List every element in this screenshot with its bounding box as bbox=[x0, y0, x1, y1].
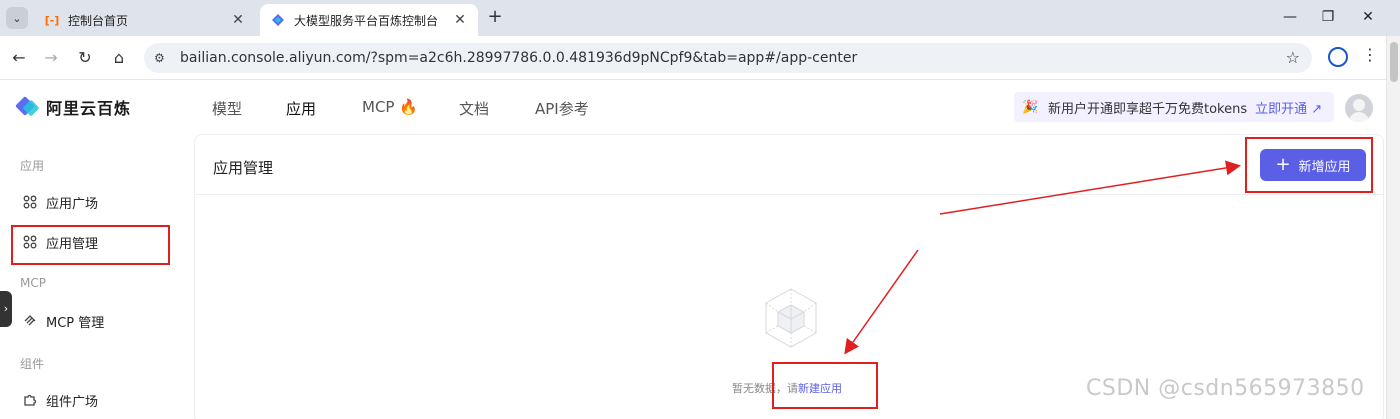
promo-text: 新用户开通即享超千万免费tokens bbox=[1048, 101, 1248, 117]
topnav-mcp-label: MCP bbox=[362, 98, 395, 116]
puzzle-icon bbox=[22, 392, 38, 408]
scrollbar-thumb[interactable] bbox=[1390, 42, 1398, 82]
fire-icon: 🔥 bbox=[399, 98, 418, 116]
tab-title: 控制台首页 bbox=[68, 13, 129, 28]
bailian-logo-icon bbox=[15, 96, 40, 118]
sidebar-group-apps: 应用 bbox=[20, 159, 45, 173]
url-text: bailian.console.aliyun.com/?spm=a2c6h.28… bbox=[180, 50, 858, 66]
bailian-icon bbox=[270, 12, 286, 28]
site-settings-icon[interactable]: ⚙ bbox=[154, 51, 174, 65]
browser-menu-icon[interactable]: ⋮ bbox=[1362, 45, 1378, 64]
user-avatar[interactable] bbox=[1345, 94, 1373, 122]
minimize-icon[interactable]: — bbox=[1278, 6, 1302, 28]
address-bar-row: ← → ↻ ⌂ ⚙ bailian.console.aliyun.com/?sp… bbox=[0, 36, 1400, 80]
mcp-icon bbox=[22, 313, 38, 329]
watermark: CSDN @csdn565973850 bbox=[1086, 376, 1365, 401]
topnav-models[interactable]: 模型 bbox=[212, 98, 242, 119]
sidebar-group-mcp: MCP bbox=[20, 276, 46, 290]
page-scrollbar[interactable] bbox=[1386, 36, 1400, 419]
sidebar-item-label: MCP 管理 bbox=[46, 315, 105, 331]
sidebar-item-mcp-management[interactable]: MCP 管理 bbox=[10, 303, 170, 339]
topnav-docs[interactable]: 文档 bbox=[459, 98, 489, 119]
browser-tab-strip: ⌄ [-] 控制台首页 ✕ 大模型服务平台百炼控制台 ✕ + — ❐ ✕ bbox=[0, 0, 1400, 36]
sidebar-item-component-plaza[interactable]: 组件广场 bbox=[10, 382, 170, 418]
grid-icon bbox=[22, 194, 38, 210]
close-icon[interactable]: ✕ bbox=[230, 12, 246, 28]
reload-icon[interactable]: ↻ bbox=[74, 47, 96, 69]
topnav-mcp[interactable]: MCP 🔥 bbox=[362, 98, 418, 116]
page-title: 应用管理 bbox=[213, 159, 274, 177]
topnav-apps[interactable]: 应用 bbox=[286, 98, 316, 119]
promo-cta-link[interactable]: 立即开通 ↗ bbox=[1255, 98, 1322, 117]
alibaba-cloud-icon: [-] bbox=[44, 13, 60, 27]
url-field[interactable]: ⚙ bailian.console.aliyun.com/?spm=a2c6h.… bbox=[144, 43, 1312, 73]
topnav-api-reference[interactable]: API参考 bbox=[535, 98, 589, 119]
sidebar: 应用 应用广场 应用管理 MCP MCP 管理 组件 组件广场 bbox=[0, 132, 186, 419]
annotation-box-create-link bbox=[772, 362, 878, 409]
tab-search-icon[interactable]: ⌄ bbox=[6, 7, 28, 29]
browser-profile-icon[interactable] bbox=[1328, 47, 1348, 67]
browser-tab-bailian[interactable]: 大模型服务平台百炼控制台 ✕ bbox=[260, 4, 478, 36]
annotation-box-app-management bbox=[11, 225, 170, 265]
sidebar-item-app-plaza[interactable]: 应用广场 bbox=[10, 184, 170, 220]
browser-tab-console-home[interactable]: [-] 控制台首页 ✕ bbox=[34, 4, 256, 36]
restore-icon[interactable]: ❐ bbox=[1316, 6, 1340, 28]
party-popper-icon: 🎉 bbox=[1022, 99, 1039, 115]
forward-icon[interactable]: → bbox=[40, 47, 62, 69]
bailian-logo[interactable]: 阿里云百炼 bbox=[15, 95, 132, 119]
logo-text: 阿里云百炼 bbox=[46, 99, 132, 118]
close-icon[interactable]: ✕ bbox=[452, 12, 468, 28]
sidebar-collapse-handle[interactable]: › bbox=[0, 291, 12, 327]
app-header: 阿里云百炼 模型 应用 MCP 🔥 文档 API参考 🎉 新用户开通即享超千万免… bbox=[0, 80, 1386, 132]
bookmark-star-icon[interactable]: ☆ bbox=[1286, 48, 1300, 67]
promo-banner[interactable]: 🎉 新用户开通即享超千万免费tokens 立即开通 ↗ bbox=[1014, 92, 1334, 122]
new-tab-icon[interactable]: + bbox=[484, 6, 506, 28]
sidebar-item-label: 组件广场 bbox=[46, 394, 99, 410]
annotation-box-create-button bbox=[1245, 137, 1373, 193]
empty-state-cube-icon bbox=[758, 285, 824, 351]
main-header: 应用管理 + 新增应用 bbox=[195, 135, 1383, 195]
sidebar-item-label: 应用广场 bbox=[46, 196, 99, 212]
home-icon[interactable]: ⌂ bbox=[108, 47, 130, 69]
window-close-icon[interactable]: ✕ bbox=[1356, 6, 1380, 28]
back-icon[interactable]: ← bbox=[8, 47, 30, 69]
tab-title: 大模型服务平台百炼控制台 bbox=[294, 13, 439, 28]
sidebar-group-components: 组件 bbox=[20, 357, 45, 371]
